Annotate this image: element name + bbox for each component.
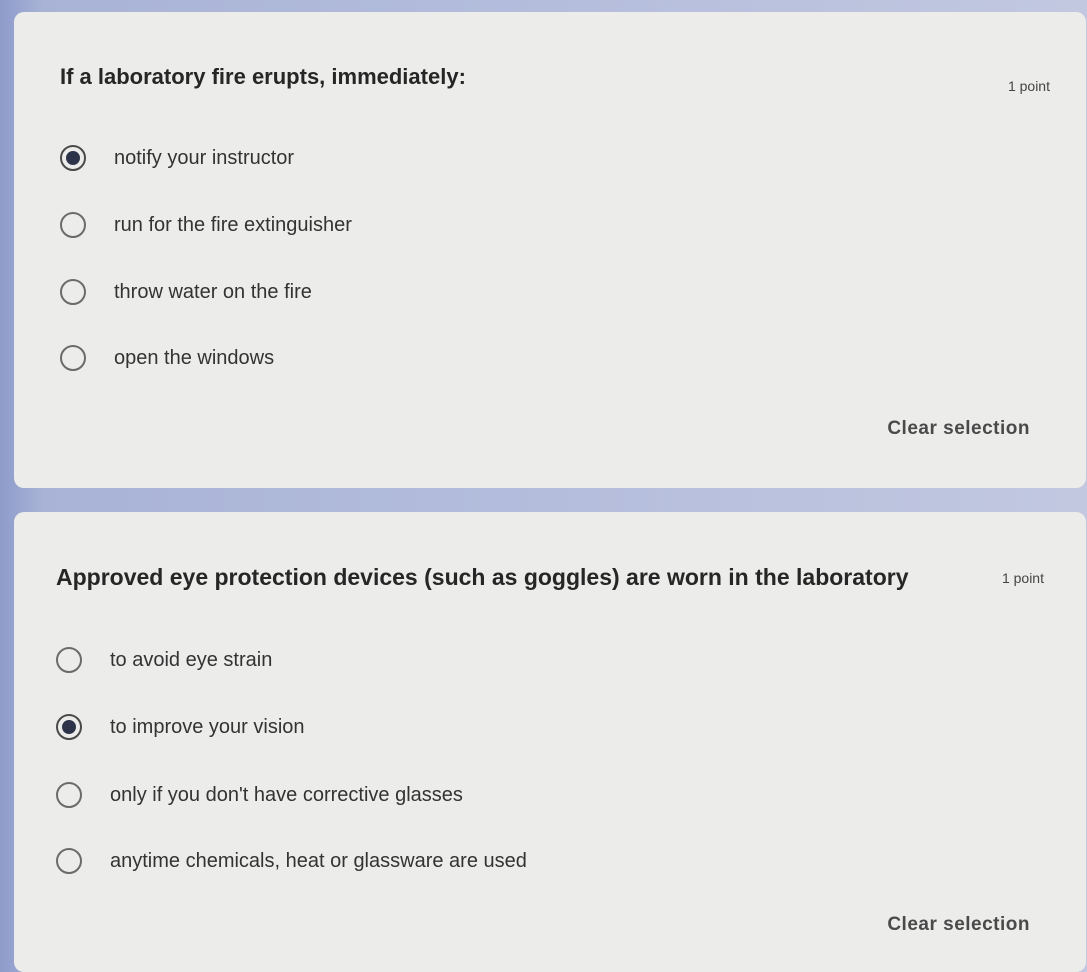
points-label: 1 point (1007, 78, 1050, 94)
option-no-corrective-glasses[interactable]: only if you don't have corrective glasse… (56, 782, 463, 808)
option-improve-vision[interactable]: to improve your vision (56, 714, 305, 740)
option-label: to avoid eye strain (110, 648, 273, 671)
question-card-2: Approved eye protection devices (such as… (14, 512, 1086, 972)
clear-selection-button[interactable]: Clear selection (887, 914, 1030, 936)
option-label: run for the fire extinguisher (114, 213, 352, 236)
radio-unselected-icon[interactable] (60, 212, 86, 238)
option-label: only if you don't have corrective glasse… (110, 783, 463, 806)
question-title: Approved eye protection devices (such as… (56, 564, 909, 590)
option-open-windows[interactable]: open the windows (60, 345, 274, 371)
option-notify-instructor[interactable]: notify your instructor (60, 145, 294, 171)
question-title: If a laboratory fire erupts, immediately… (60, 64, 466, 89)
radio-unselected-icon[interactable] (56, 848, 82, 874)
option-fire-extinguisher[interactable]: run for the fire extinguisher (60, 212, 352, 238)
option-label: notify your instructor (114, 146, 295, 169)
radio-selected-icon[interactable] (60, 145, 86, 171)
option-throw-water[interactable]: throw water on the fire (60, 279, 312, 305)
radio-unselected-icon[interactable] (60, 279, 86, 305)
radio-unselected-icon[interactable] (56, 782, 82, 808)
radio-selected-icon[interactable] (56, 714, 82, 740)
radio-unselected-icon[interactable] (56, 647, 82, 673)
option-label: open the windows (114, 346, 275, 369)
radio-unselected-icon[interactable] (60, 345, 86, 371)
option-avoid-eye-strain[interactable]: to avoid eye strain (56, 647, 272, 673)
option-label: anytime chemicals, heat or glassware are… (110, 849, 527, 872)
clear-selection-button[interactable]: Clear selection (887, 418, 1030, 440)
question-card-1: If a laboratory fire erupts, immediately… (14, 12, 1086, 488)
option-label: to improve your vision (110, 715, 305, 738)
option-label: throw water on the fire (114, 280, 312, 303)
option-anytime-chemicals[interactable]: anytime chemicals, heat or glassware are… (56, 848, 527, 874)
points-label: 1 point (1001, 570, 1044, 586)
